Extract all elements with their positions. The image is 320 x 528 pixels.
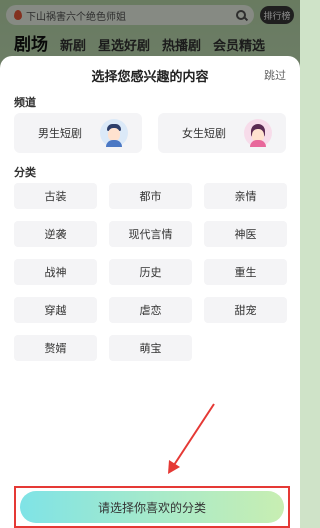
category-chip[interactable]: 萌宝 [109, 335, 192, 361]
female-avatar-icon [244, 119, 272, 147]
category-chip[interactable]: 历史 [109, 259, 192, 285]
channel-section-label: 频道 [14, 96, 36, 109]
category-chip[interactable]: 神医 [204, 221, 287, 247]
male-avatar-icon [100, 119, 128, 147]
channel-label: 女生短剧 [182, 127, 226, 140]
category-chip[interactable]: 虐恋 [109, 297, 192, 323]
channel-male[interactable]: 男生短剧 [14, 113, 142, 153]
channel-label: 男生短剧 [38, 127, 82, 140]
category-section-label: 分类 [14, 166, 36, 179]
category-chip[interactable]: 穿越 [14, 297, 97, 323]
interest-modal: 选择您感兴趣的内容 跳过 频道 男生短剧 女生短剧 分类 古装 都市 亲情 逆袭… [0, 56, 300, 528]
channel-female[interactable]: 女生短剧 [158, 113, 286, 153]
category-chip[interactable]: 逆袭 [14, 221, 97, 247]
modal-title: 选择您感兴趣的内容 [91, 70, 209, 85]
choose-category-button[interactable]: 请选择你喜欢的分类 [20, 491, 284, 523]
category-chip[interactable]: 都市 [109, 183, 192, 209]
category-chip[interactable]: 战神 [14, 259, 97, 285]
category-chip[interactable]: 重生 [204, 259, 287, 285]
skip-button[interactable]: 跳过 [264, 67, 286, 83]
category-chip[interactable]: 赘婿 [14, 335, 97, 361]
category-chip[interactable]: 甜宠 [204, 297, 287, 323]
category-chip[interactable]: 亲情 [204, 183, 287, 209]
category-chip[interactable]: 现代言情 [109, 221, 192, 247]
category-chip[interactable]: 古装 [14, 183, 97, 209]
